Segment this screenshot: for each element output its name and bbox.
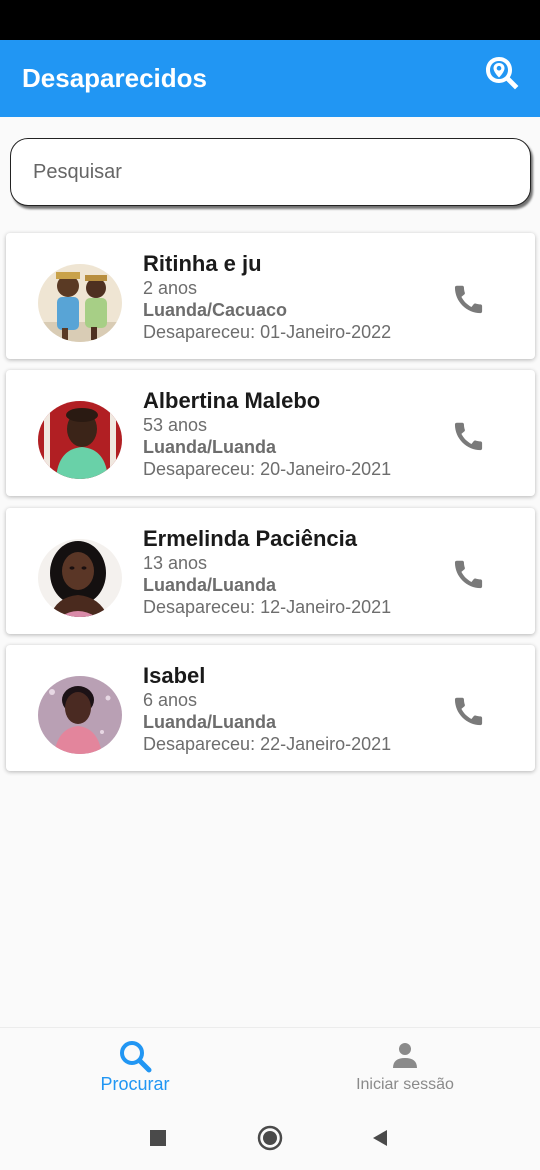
phone-icon bbox=[454, 285, 483, 314]
person-age: 2 anos bbox=[143, 278, 198, 298]
nav-item-label: Procurar bbox=[100, 1074, 170, 1094]
person-name: Ritinha e ju bbox=[143, 251, 262, 276]
person-disappeared-date: Desapareceu: 20-Janeiro-2021 bbox=[143, 459, 392, 479]
phone-icon bbox=[454, 697, 483, 726]
person-age: 13 anos bbox=[143, 553, 208, 573]
avatar bbox=[38, 264, 122, 342]
person-card[interactable]: Ritinha e ju 2 anos Luanda/Cacuaco Desap… bbox=[6, 233, 535, 359]
person-location: Luanda/Luanda bbox=[143, 437, 277, 457]
app-bar: Desaparecidos bbox=[0, 40, 540, 117]
status-bar bbox=[0, 0, 540, 40]
avatar bbox=[38, 539, 122, 617]
person-card[interactable]: Albertina Malebo 53 anos Luanda/Luanda D… bbox=[6, 370, 535, 496]
person-disappeared-date: Desapareceu: 22-Janeiro-2021 bbox=[143, 734, 392, 754]
avatar bbox=[38, 401, 122, 479]
call-button[interactable] bbox=[450, 281, 486, 317]
phone-icon bbox=[454, 560, 483, 589]
person-location: Luanda/Cacuaco bbox=[143, 300, 288, 320]
person-location: Luanda/Luanda bbox=[143, 575, 277, 595]
nav-item-iniciar-sessao[interactable]: Iniciar sessão bbox=[270, 1028, 540, 1106]
person-info: Isabel 6 anos Luanda/Luanda Desapareceu:… bbox=[143, 662, 391, 755]
nav-item-procurar[interactable]: Procurar bbox=[0, 1028, 270, 1106]
person-name: Isabel bbox=[143, 663, 206, 688]
call-button[interactable] bbox=[450, 693, 486, 729]
phone-icon bbox=[454, 422, 483, 451]
map-search-button[interactable] bbox=[482, 54, 522, 94]
home-circle-icon[interactable] bbox=[257, 1125, 283, 1151]
call-button[interactable] bbox=[450, 556, 486, 592]
system-navigation-bar bbox=[0, 1105, 540, 1170]
map-search-icon bbox=[486, 57, 519, 90]
person-card[interactable]: Isabel 6 anos Luanda/Luanda Desapareceu:… bbox=[6, 645, 535, 771]
person-name: Ermelinda Paciência bbox=[143, 526, 357, 551]
avatar bbox=[38, 676, 122, 754]
search-input[interactable] bbox=[33, 160, 508, 184]
person-age: 53 anos bbox=[143, 415, 208, 435]
nav-item-label: Iniciar sessão bbox=[356, 1076, 454, 1093]
person-disappeared-date: Desapareceu: 12-Janeiro-2021 bbox=[143, 597, 392, 617]
person-location: Luanda/Luanda bbox=[143, 712, 277, 732]
person-card[interactable]: Ermelinda Paciência 13 anos Luanda/Luand… bbox=[6, 508, 535, 634]
bottom-navigation: Procurar Iniciar sessão bbox=[0, 1027, 540, 1105]
person-icon bbox=[393, 1043, 417, 1068]
person-info: Ermelinda Paciência 13 anos Luanda/Luand… bbox=[143, 525, 391, 618]
person-age: 6 anos bbox=[143, 690, 198, 710]
search-field[interactable] bbox=[10, 138, 531, 206]
back-triangle-icon[interactable] bbox=[371, 1129, 389, 1147]
call-button[interactable] bbox=[450, 418, 486, 454]
person-disappeared-date: Desapareceu: 01-Janeiro-2022 bbox=[143, 322, 392, 342]
person-name: Albertina Malebo bbox=[143, 388, 321, 413]
recents-square-icon[interactable] bbox=[149, 1129, 167, 1147]
page-title: Desaparecidos bbox=[22, 63, 207, 93]
person-info: Ritinha e ju 2 anos Luanda/Cacuaco Desap… bbox=[143, 250, 391, 343]
person-info: Albertina Malebo 53 anos Luanda/Luanda D… bbox=[143, 387, 391, 480]
search-icon bbox=[120, 1041, 152, 1073]
